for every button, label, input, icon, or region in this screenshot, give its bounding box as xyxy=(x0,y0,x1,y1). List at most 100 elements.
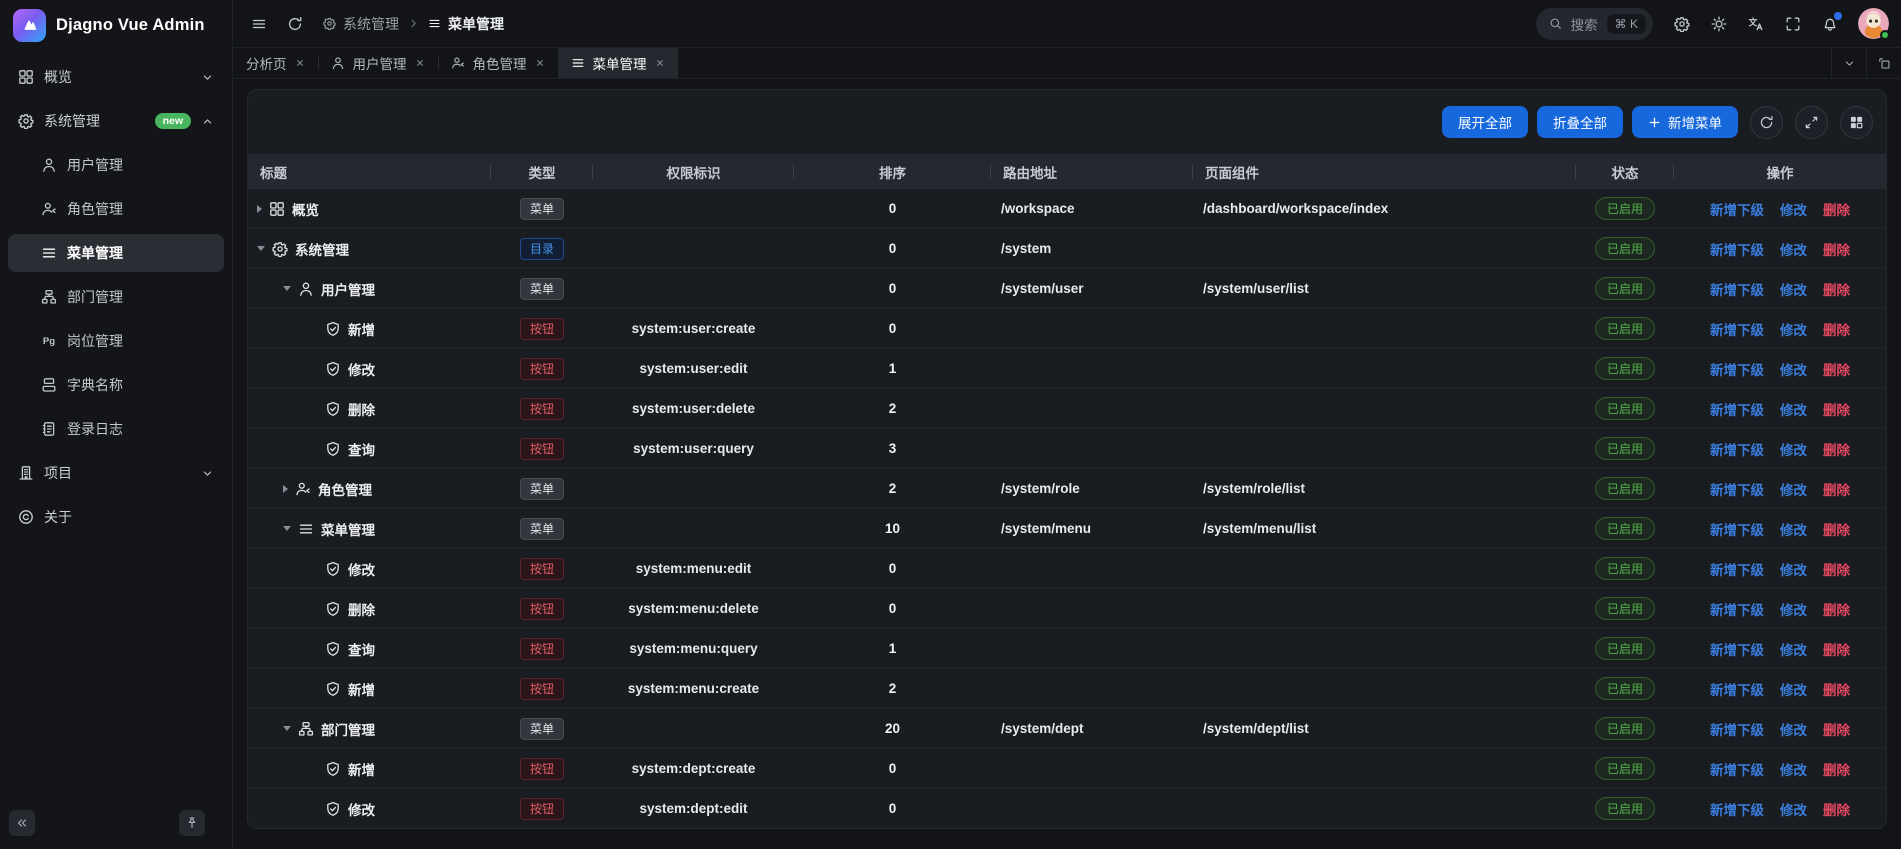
maximize-content-button[interactable] xyxy=(1866,48,1901,78)
sidebar-item-posts[interactable]: Pg岗位管理 xyxy=(8,322,224,360)
settings-button[interactable] xyxy=(1666,8,1698,40)
action-edit-link[interactable]: 修改 xyxy=(1780,719,1807,739)
reload-table-button[interactable] xyxy=(1750,106,1783,139)
menu-list-icon xyxy=(428,17,441,30)
theme-toggle-button[interactable] xyxy=(1703,8,1735,40)
action-delete-link[interactable]: 删除 xyxy=(1823,279,1850,299)
collapse-all-button[interactable]: 折叠全部 xyxy=(1537,106,1623,138)
pin-sidebar-button[interactable] xyxy=(179,810,205,836)
action-delete-link[interactable]: 删除 xyxy=(1823,319,1850,339)
action-edit-link[interactable]: 修改 xyxy=(1780,319,1807,339)
action-delete-link[interactable]: 删除 xyxy=(1823,559,1850,579)
sidebar-item-overview[interactable]: 概览 xyxy=(8,58,224,96)
tab-roles[interactable]: 角色管理 xyxy=(438,48,558,78)
add-menu-button[interactable]: 新增菜单 xyxy=(1632,106,1738,138)
fullscreen-button[interactable] xyxy=(1777,8,1809,40)
refresh-page-button[interactable] xyxy=(279,8,311,40)
column-settings-button[interactable] xyxy=(1840,106,1873,139)
action-add-child-link[interactable]: 新增下级 xyxy=(1710,599,1764,619)
caret-down-icon[interactable] xyxy=(283,726,291,731)
caret-right-icon[interactable] xyxy=(283,485,288,493)
notifications-button[interactable] xyxy=(1814,8,1846,40)
close-tab-icon[interactable] xyxy=(295,58,305,68)
menu-toggle-button[interactable] xyxy=(243,8,275,40)
expand-table-button[interactable] xyxy=(1795,106,1828,139)
action-delete-link[interactable]: 删除 xyxy=(1823,799,1850,819)
action-edit-link[interactable]: 修改 xyxy=(1780,799,1807,819)
sidebar-item-login-log[interactable]: 登录日志 xyxy=(8,410,224,448)
breadcrumb-item-system[interactable]: 系统管理 xyxy=(323,14,399,34)
action-delete-link[interactable]: 删除 xyxy=(1823,719,1850,739)
sidebar-item-menus[interactable]: 菜单管理 xyxy=(8,234,224,272)
action-add-child-link[interactable]: 新增下级 xyxy=(1710,319,1764,339)
action-delete-link[interactable]: 删除 xyxy=(1823,239,1850,259)
action-edit-link[interactable]: 修改 xyxy=(1780,199,1807,219)
caret-down-icon[interactable] xyxy=(283,286,291,291)
sidebar-item-label: 角色管理 xyxy=(67,199,214,219)
action-delete-link[interactable]: 删除 xyxy=(1823,399,1850,419)
action-edit-link[interactable]: 修改 xyxy=(1780,239,1807,259)
action-delete-link[interactable]: 删除 xyxy=(1823,599,1850,619)
action-add-child-link[interactable]: 新增下级 xyxy=(1710,279,1764,299)
close-tab-icon[interactable] xyxy=(415,58,425,68)
search-input[interactable]: 搜索 ⌘ K xyxy=(1536,8,1653,40)
tab-users[interactable]: 用户管理 xyxy=(318,48,438,78)
action-edit-link[interactable]: 修改 xyxy=(1780,519,1807,539)
action-add-child-link[interactable]: 新增下级 xyxy=(1710,759,1764,779)
action-add-child-link[interactable]: 新增下级 xyxy=(1710,359,1764,379)
sidebar-item-dict[interactable]: 字典名称 xyxy=(8,366,224,404)
action-delete-link[interactable]: 删除 xyxy=(1823,359,1850,379)
table-row: 新增按钮system:dept:create0已启用新增下级修改删除 xyxy=(248,749,1886,789)
action-delete-link[interactable]: 删除 xyxy=(1823,759,1850,779)
collapse-sidebar-button[interactable] xyxy=(9,810,35,836)
action-add-child-link[interactable]: 新增下级 xyxy=(1710,559,1764,579)
close-tab-icon[interactable] xyxy=(655,58,665,68)
locale-button[interactable]: 文 xyxy=(1740,8,1772,40)
sidebar-item-system[interactable]: 系统管理new xyxy=(8,102,224,140)
action-delete-link[interactable]: 删除 xyxy=(1823,439,1850,459)
sidebar-item-users[interactable]: 用户管理 xyxy=(8,146,224,184)
action-edit-link[interactable]: 修改 xyxy=(1780,759,1807,779)
action-add-child-link[interactable]: 新增下级 xyxy=(1710,679,1764,699)
action-delete-link[interactable]: 删除 xyxy=(1823,519,1850,539)
action-edit-link[interactable]: 修改 xyxy=(1780,679,1807,699)
sidebar-item-about[interactable]: 关于 xyxy=(8,498,224,536)
row-title: 系统管理 xyxy=(295,239,349,259)
action-edit-link[interactable]: 修改 xyxy=(1780,479,1807,499)
sidebar-item-project[interactable]: 项目 xyxy=(8,454,224,492)
action-add-child-link[interactable]: 新增下级 xyxy=(1710,439,1764,459)
action-add-child-link[interactable]: 新增下级 xyxy=(1710,799,1764,819)
action-delete-link[interactable]: 删除 xyxy=(1823,199,1850,219)
caret-down-icon[interactable] xyxy=(283,526,291,531)
action-add-child-link[interactable]: 新增下级 xyxy=(1710,399,1764,419)
action-edit-link[interactable]: 修改 xyxy=(1780,439,1807,459)
tab-menus[interactable]: 菜单管理 xyxy=(558,48,678,78)
action-edit-link[interactable]: 修改 xyxy=(1780,639,1807,659)
sidebar-item-label: 系统管理 xyxy=(44,111,145,131)
breadcrumb-item-menus[interactable]: 菜单管理 xyxy=(428,14,504,34)
close-tab-icon[interactable] xyxy=(535,58,545,68)
sidebar-item-depts[interactable]: 部门管理 xyxy=(8,278,224,316)
tabs-dropdown-button[interactable] xyxy=(1831,48,1866,78)
action-add-child-link[interactable]: 新增下级 xyxy=(1710,519,1764,539)
action-add-child-link[interactable]: 新增下级 xyxy=(1710,719,1764,739)
action-add-child-link[interactable]: 新增下级 xyxy=(1710,479,1764,499)
action-edit-link[interactable]: 修改 xyxy=(1780,599,1807,619)
app-logo[interactable]: Djagno Vue Admin xyxy=(0,0,232,50)
action-add-child-link[interactable]: 新增下级 xyxy=(1710,239,1764,259)
action-edit-link[interactable]: 修改 xyxy=(1780,399,1807,419)
sidebar-item-roles[interactable]: 角色管理 xyxy=(8,190,224,228)
action-edit-link[interactable]: 修改 xyxy=(1780,279,1807,299)
avatar[interactable] xyxy=(1858,8,1889,39)
action-edit-link[interactable]: 修改 xyxy=(1780,559,1807,579)
expand-all-button[interactable]: 展开全部 xyxy=(1442,106,1528,138)
tab-analysis[interactable]: 分析页 xyxy=(233,48,318,78)
action-add-child-link[interactable]: 新增下级 xyxy=(1710,199,1764,219)
action-delete-link[interactable]: 删除 xyxy=(1823,479,1850,499)
action-delete-link[interactable]: 删除 xyxy=(1823,679,1850,699)
action-add-child-link[interactable]: 新增下级 xyxy=(1710,639,1764,659)
caret-right-icon[interactable] xyxy=(257,205,262,213)
caret-down-icon[interactable] xyxy=(257,246,265,251)
action-delete-link[interactable]: 删除 xyxy=(1823,639,1850,659)
action-edit-link[interactable]: 修改 xyxy=(1780,359,1807,379)
